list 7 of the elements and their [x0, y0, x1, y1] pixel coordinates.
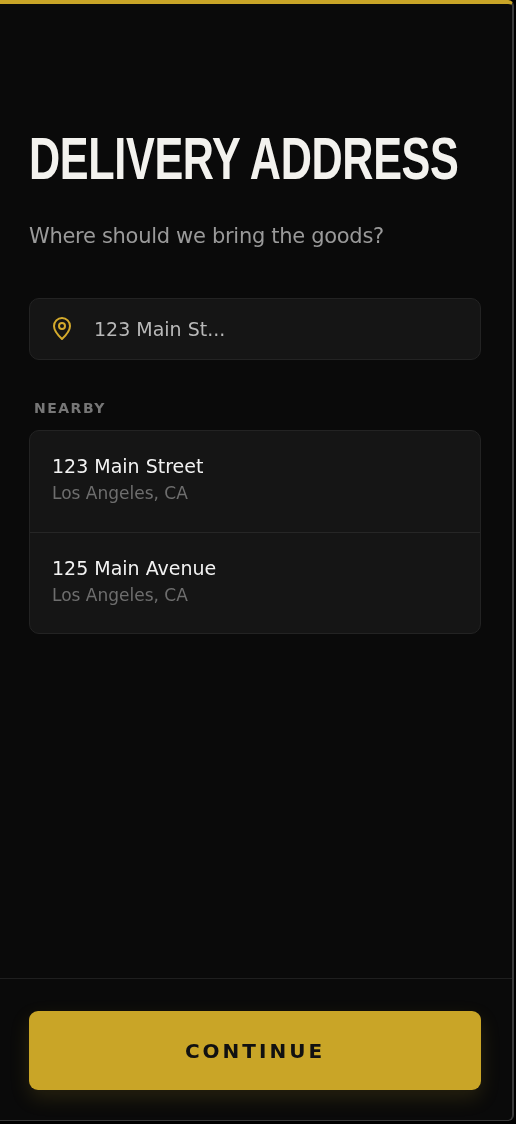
address-suggestion[interactable]: 125 Main Avenue Los Angeles, CA	[30, 532, 480, 633]
subtitle: Where should we bring the goods?	[29, 224, 385, 248]
continue-button[interactable]: CONTINUE	[29, 1011, 481, 1090]
address-suggestion[interactable]: 123 Main Street Los Angeles, CA	[30, 431, 480, 532]
page-title: DELIVERY ADDRESS	[29, 128, 459, 190]
section-label: NEARBY	[34, 400, 107, 416]
address-field[interactable]: 123 Main St...	[29, 298, 481, 360]
